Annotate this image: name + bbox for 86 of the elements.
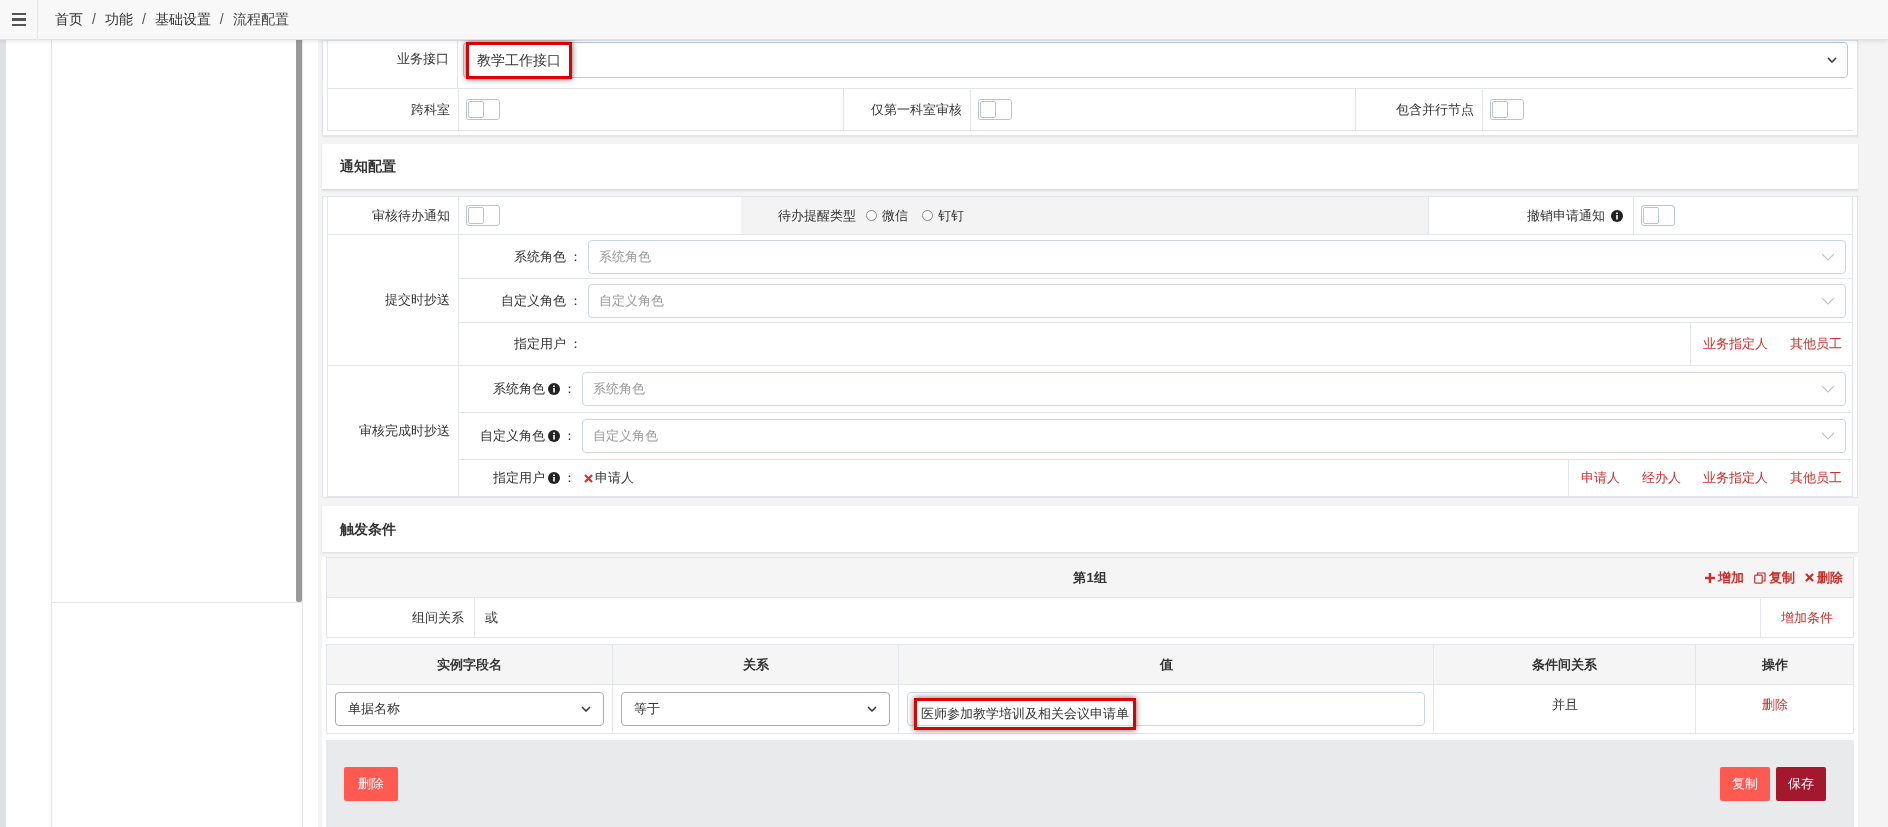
column-header: 关系 [613,645,899,684]
column-header: 值 [899,645,1434,684]
radio-option[interactable]: 微信 [866,205,908,226]
breadcrumb-link[interactable]: 基础设置 [154,9,211,30]
field-label: 包含并行节点 [1356,89,1483,130]
role-select[interactable]: 系统角色 [582,372,1846,406]
breadcrumb-separator: / [141,10,146,29]
copy-button[interactable]: 复制 [1754,567,1795,588]
chevron-down-icon [1821,432,1835,440]
breadcrumb-current: 流程配置 [232,10,289,29]
toggle-switch[interactable] [978,99,1012,120]
column-header: 实例字段名 [327,645,613,684]
toggle-switch[interactable] [466,205,500,226]
input-value: 医师参加教学培训及相关会议申请单 [914,698,1136,730]
link[interactable]: 业务指定人 [1703,334,1768,354]
remove-icon[interactable] [584,473,593,483]
role-select[interactable]: 自定义角色 [582,419,1846,453]
delete-link[interactable]: 删除 [1761,695,1788,733]
field-label: 待办提醒类型 [777,206,857,225]
field-label: 审核待办通知 [328,197,459,234]
link[interactable]: 申请人 [1581,468,1620,488]
toggle-switch[interactable] [1641,205,1675,226]
group-title: 第1组 [1073,568,1107,587]
field-label: 指定用户 [493,469,545,488]
colon: ： [563,427,576,446]
user-tag: 申请人 [595,468,634,488]
add-button[interactable]: 增加 [1705,567,1744,588]
select-placeholder: 自定义角色 [593,427,658,446]
toggle-switch[interactable] [466,99,500,120]
field-label: 自定义角色 [480,427,545,446]
relation-value: 或 [484,608,499,627]
role-select[interactable]: 系统角色 [588,239,1846,274]
field-label: 跨科室 [328,89,459,130]
chevron-down-icon [1821,296,1835,305]
breadcrumb-separator: / [219,10,224,29]
caret-icon [581,706,591,712]
column-header: 操作 [1760,655,1789,674]
link[interactable]: 其他员工 [1790,468,1842,488]
chevron-down-icon [1821,252,1835,261]
breadcrumb-link[interactable]: 首页 [55,9,83,30]
save-button[interactable]: 保存 [1776,766,1826,801]
field-label: 审核完成时抄送 [328,366,459,496]
scrollbar-thumb[interactable] [296,40,302,602]
field-label: 撤销申请通知 [1527,206,1605,225]
section-title: 通知配置 [322,144,1858,190]
select-placeholder: 系统角色 [599,247,651,266]
copy-icon [1754,571,1766,584]
field-label: 系统角色 [493,380,545,399]
field-label: 提交时抄送 [328,235,459,365]
field-select[interactable]: 单据名称 [335,692,604,726]
section-title: 触发条件 [339,519,397,539]
role-select[interactable]: 自定义角色 [588,283,1846,318]
operator-select[interactable]: 等于 [621,692,890,726]
colon: ： [569,247,582,266]
selected-value: 教学工作接口 [466,41,572,79]
colon: ： [563,469,576,488]
table-cell-text: 并且 [1551,696,1578,714]
select-placeholder: 系统角色 [593,380,645,399]
chevron-down-icon [1821,385,1835,393]
delete-button[interactable]: 删除 [1805,567,1843,588]
field-label: 自定义角色 [501,291,566,310]
breadcrumb-link[interactable]: 功能 [104,9,133,30]
field-label: 系统角色 [514,247,566,266]
link[interactable]: 经办人 [1642,468,1681,488]
colon: ： [563,380,576,399]
column-header: 条件间关系 [1434,645,1696,684]
colon: ： [569,291,582,310]
caret-icon [1827,57,1837,63]
field-label: 仅第一科室审核 [844,89,971,130]
link[interactable]: 业务指定人 [1703,468,1768,488]
close-icon [1805,573,1814,582]
copy-button[interactable]: 复制 [1720,766,1770,801]
link[interactable]: 其他员工 [1790,334,1842,354]
select-placeholder: 自定义角色 [599,291,664,310]
radio-option[interactable]: 钉钉 [922,205,964,226]
add-condition-link[interactable]: 增加条件 [1781,607,1833,628]
plus-icon [1705,572,1715,583]
field-label: 业务接口 [327,41,458,88]
field-label: 指定用户 [514,335,566,354]
toggle-switch[interactable] [1490,99,1524,120]
field-label: 组间关系 [327,598,475,637]
caret-icon [867,706,877,712]
breadcrumb-separator: / [92,10,96,29]
interface-select[interactable]: 教学工作接口 [463,42,1848,78]
delete-button[interactable]: 删除 [344,766,398,801]
colon: ： [569,335,582,354]
